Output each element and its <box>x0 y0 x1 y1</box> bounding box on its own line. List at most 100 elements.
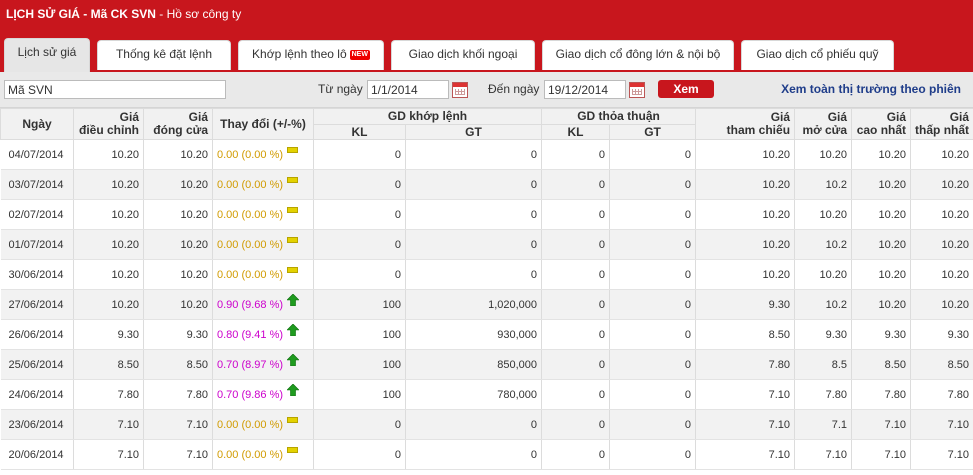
cell-date: 01/07/2014 <box>0 229 74 260</box>
col-close-price: Giá đóng cửa <box>143 108 213 140</box>
page-header: LỊCH SỬ GIÁ - Mã CK SVN - Hồ sơ công ty <box>0 0 973 32</box>
cell-date: 04/07/2014 <box>0 139 74 170</box>
cell-close-price: 10.20 <box>143 259 213 290</box>
cell-date: 03/07/2014 <box>0 169 74 200</box>
cell-high-price: 10.20 <box>851 259 912 290</box>
tab-insider-trading[interactable]: Giao dịch cổ đông lớn & nội bộ <box>542 40 734 70</box>
change-value: 0.00 (0.00 %) <box>217 208 284 221</box>
col-change: Thay đổi (+/-%) <box>212 108 314 140</box>
cell-negotiated-volume: 0 <box>541 199 611 230</box>
table-row: 26/06/2014 9.30 9.30 0.80 (9.41 %) 100 9… <box>0 319 973 350</box>
tab-price-history[interactable]: Lịch sử giá <box>4 38 90 72</box>
cell-adjusted-price: 10.20 <box>73 169 144 200</box>
table-row: 25/06/2014 8.50 8.50 0.70 (8.97 %) 100 8… <box>0 349 973 380</box>
symbol-input[interactable] <box>4 80 226 99</box>
cell-open-price: 9.30 <box>794 319 853 350</box>
view-all-market-link[interactable]: Xem toàn thị trường theo phiên <box>781 82 961 96</box>
cell-close-price: 10.20 <box>143 139 213 170</box>
col-date: Ngày <box>0 108 74 140</box>
cell-matched-volume: 0 <box>313 139 406 170</box>
cell-negotiated-value: 0 <box>609 289 697 320</box>
flat-bar-icon <box>287 267 298 273</box>
cell-matched-value: 0 <box>405 139 543 170</box>
cell-high-price: 10.20 <box>851 199 912 230</box>
cell-adjusted-price: 7.10 <box>73 409 144 440</box>
cell-adjusted-price: 7.80 <box>73 379 144 410</box>
cell-open-price: 8.5 <box>794 349 853 380</box>
tab-label: Giao dịch khối ngoại <box>408 47 518 61</box>
tab-foreign-trading[interactable]: Giao dịch khối ngoại <box>391 40 535 70</box>
cell-close-price: 10.20 <box>143 199 213 230</box>
cell-date: 20/06/2014 <box>0 439 74 470</box>
cell-open-price: 7.1 <box>794 409 853 440</box>
cell-high-price: 7.10 <box>851 409 912 440</box>
view-button[interactable]: Xem <box>658 80 714 98</box>
tab-order-stats[interactable]: Thống kê đặt lệnh <box>97 40 231 70</box>
price-history-table: Ngày Giá điều chỉnh Giá đóng cửa Thay đổi … <box>0 108 973 470</box>
calendar-icon[interactable] <box>452 82 468 98</box>
cell-change: 0.00 (0.00 %) <box>212 229 314 260</box>
calendar-icon[interactable] <box>629 82 645 98</box>
cell-negotiated-volume: 0 <box>541 139 611 170</box>
cell-matched-value: 0 <box>405 259 543 290</box>
cell-matched-volume: 100 <box>313 379 406 410</box>
table-row: 01/07/2014 10.20 10.20 0.00 (0.00 %) 0 0… <box>0 229 973 260</box>
cell-matched-volume: 0 <box>313 169 406 200</box>
flat-bar-icon <box>287 147 298 153</box>
cell-matched-value: 780,000 <box>405 379 543 410</box>
cell-matched-volume: 0 <box>313 409 406 440</box>
cell-adjusted-price: 7.10 <box>73 439 144 470</box>
cell-matched-volume: 100 <box>313 349 406 380</box>
cell-negotiated-value: 0 <box>609 139 697 170</box>
cell-reference-price: 10.20 <box>695 139 796 170</box>
cell-negotiated-value: 0 <box>609 199 697 230</box>
cell-matched-value: 0 <box>405 439 543 470</box>
flat-bar-icon <box>287 447 298 453</box>
cell-date: 27/06/2014 <box>0 289 74 320</box>
cell-matched-value: 0 <box>405 169 543 200</box>
page-subtitle: - Hồ sơ công ty <box>155 7 242 21</box>
up-arrow-icon <box>287 354 299 366</box>
cell-high-price: 8.50 <box>851 349 912 380</box>
cell-low-price: 10.20 <box>910 169 973 200</box>
cell-high-price: 7.80 <box>851 379 912 410</box>
cell-matched-volume: 100 <box>313 319 406 350</box>
cell-negotiated-volume: 0 <box>541 379 611 410</box>
from-date-input[interactable] <box>367 80 449 99</box>
change-value: 0.00 (0.00 %) <box>217 448 284 461</box>
cell-close-price: 10.20 <box>143 289 213 320</box>
table-row: 04/07/2014 10.20 10.20 0.00 (0.00 %) 0 0… <box>0 139 973 170</box>
cell-high-price: 7.10 <box>851 439 912 470</box>
to-date-label: Đến ngày <box>488 82 540 96</box>
tab-lot-matching[interactable]: Khớp lệnh theo lô NEW <box>238 40 384 70</box>
cell-change: 0.70 (8.97 %) <box>212 349 314 380</box>
to-date-input[interactable] <box>544 80 626 99</box>
col-group-negotiated: GD thỏa thuận <box>541 108 697 125</box>
col-adjusted-price: Giá điều chỉnh <box>73 108 144 140</box>
cell-negotiated-value: 0 <box>609 439 697 470</box>
tab-label: Lịch sử giá <box>17 45 77 59</box>
cell-change: 0.00 (0.00 %) <box>212 259 314 290</box>
cell-date: 23/06/2014 <box>0 409 74 440</box>
change-value: 0.70 (9.86 %) <box>217 388 284 401</box>
cell-matched-value: 0 <box>405 229 543 260</box>
cell-low-price: 10.20 <box>910 289 973 320</box>
cell-negotiated-value: 0 <box>609 379 697 410</box>
cell-open-price: 10.2 <box>794 169 853 200</box>
cell-date: 02/07/2014 <box>0 199 74 230</box>
cell-reference-price: 10.20 <box>695 259 796 290</box>
col-negotiated-volume: KL <box>541 124 611 140</box>
cell-reference-price: 10.20 <box>695 199 796 230</box>
tab-label: Giao dịch cổ đông lớn & nội bộ <box>555 47 721 61</box>
cell-matched-volume: 0 <box>313 259 406 290</box>
change-value: 0.00 (0.00 %) <box>217 418 284 431</box>
cell-adjusted-price: 10.20 <box>73 289 144 320</box>
col-matched-value: GT <box>404 124 543 140</box>
cell-matched-volume: 0 <box>313 229 406 260</box>
tab-treasury-shares[interactable]: Giao dịch cổ phiếu quỹ <box>741 40 894 70</box>
cell-adjusted-price: 8.50 <box>73 349 144 380</box>
cell-negotiated-volume: 0 <box>541 349 611 380</box>
cell-change: 0.80 (9.41 %) <box>212 319 314 350</box>
change-value: 0.00 (0.00 %) <box>217 238 284 251</box>
cell-matched-value: 0 <box>405 409 543 440</box>
